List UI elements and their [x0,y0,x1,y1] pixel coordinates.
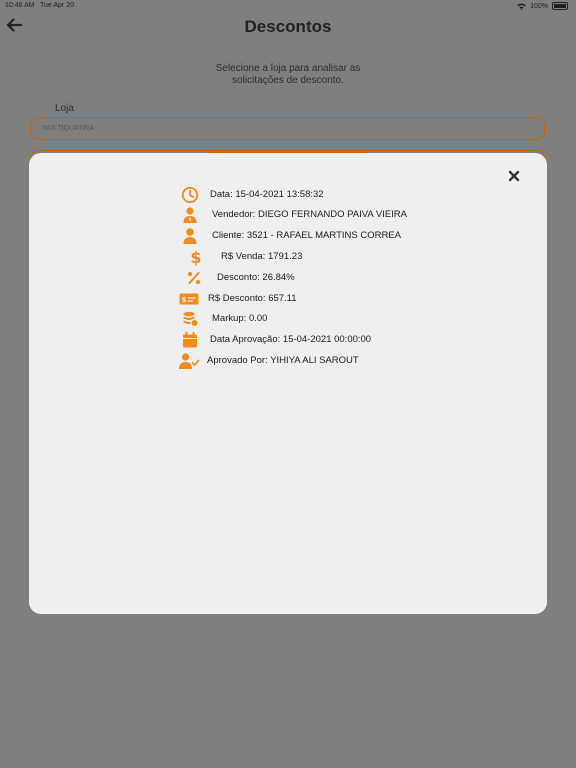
coins-icon [180,309,199,328]
discount-detail-modal: Data: 15-04-2021 13:58:32 Vendedor: DIEG… [29,153,547,614]
dollar-icon: $ [186,247,205,266]
detail-discount-row: Desconto: 26.84% [184,268,295,287]
detail-approved-by-row: Aprovado Por: YIHIYA ALI SAROUT [178,351,359,370]
detail-seller: Vendedor: DIEGO FERNANDO PAIVA VIEIRA [212,209,407,220]
detail-sale-row: $ R$ Venda: 1791.23 [186,247,302,266]
svg-text:$: $ [182,296,187,304]
status-time: 10:46 AM [5,2,35,9]
calendar-icon [180,330,199,349]
detail-discount-value: R$ Desconto: 657.11 [208,293,297,304]
seller-icon [180,205,199,224]
detail-date: Data: 15-04-2021 13:58:32 [210,189,324,200]
percent-icon [184,268,203,287]
detail-date-row: Data: 15-04-2021 13:58:32 [180,185,324,204]
battery-percent: 100% [530,2,548,10]
detail-sale: R$ Venda: 1791.23 [221,251,303,262]
detail-approved-by: Aprovado Por: YIHIYA ALI SAROUT [207,355,359,366]
detail-client-row: Cliente: 3521 - RAFAEL MARTINS CORREA [180,226,401,245]
detail-markup: Markup: 0.00 [212,313,268,324]
status-bar: 10:46 AM Tue Apr 20 100% [0,0,576,14]
svg-text:$: $ [190,248,201,266]
battery-icon [552,2,568,10]
cash-icon: $ [179,289,199,308]
detail-approval-date: Data Aprovação: 15-04-2021 00:00:00 [210,334,372,345]
store-select[interactable]: YAS TIQUATIRA [30,117,545,140]
page-title: Descontos [244,17,332,36]
instructions-line-2: solicitações de desconto. [232,75,344,86]
detail-seller-row: Vendedor: DIEGO FERNANDO PAIVA VIEIRA [180,205,407,224]
wifi-icon [517,2,526,10]
instructions-line-1: Selecione a loja para analisar as [215,63,361,74]
status-right: 100% [517,2,568,10]
detail-client: Cliente: 3521 - RAFAEL MARTINS CORREA [212,230,402,241]
status-date: Tue Apr 20 [40,2,74,9]
page-instructions: Selecione a loja para analisar as solici… [188,63,388,87]
detail-discount-value-row: $ R$ Desconto: 657.11 [179,289,297,308]
store-label: Loja [55,103,74,114]
close-icon[interactable] [505,167,523,185]
client-icon [180,226,199,245]
detail-discount: Desconto: 26.84% [217,272,295,283]
detail-approval-date-row: Data Aprovação: 15-04-2021 00:00:00 [180,330,371,349]
clock-icon [180,185,199,204]
user-check-icon [178,351,200,370]
detail-markup-row: Markup: 0.00 [180,309,267,328]
